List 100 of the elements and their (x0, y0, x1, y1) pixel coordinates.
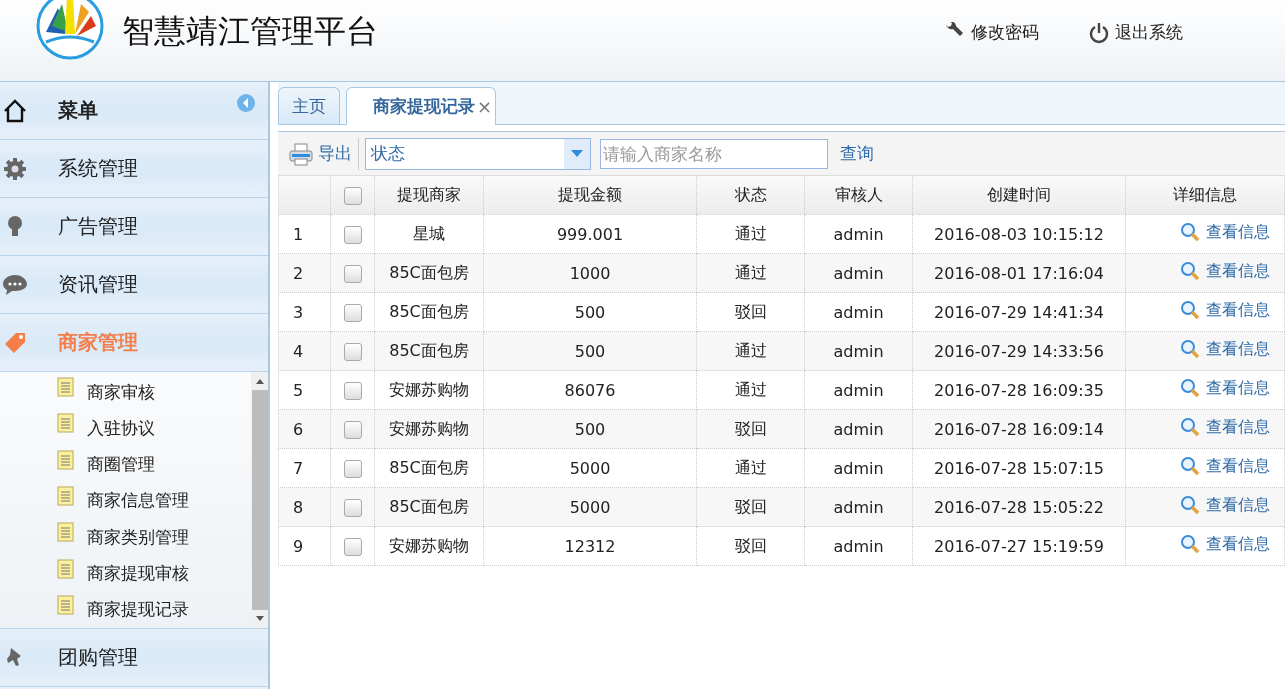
table-cell: 1000 (483, 253, 697, 293)
table-cell: 安娜苏购物 (374, 370, 484, 410)
table-cell: 通过 (696, 448, 805, 488)
printer-icon (288, 141, 314, 166)
table-cell: 999.001 (483, 214, 697, 254)
table-cell: 2016-08-03 10:15:12 (912, 214, 1126, 254)
submenu-item[interactable]: 商家审核 (0, 374, 251, 411)
table-cell: 85C面包房 (374, 487, 484, 527)
submenu-item[interactable]: 商家提现记录 (0, 591, 251, 628)
table-cell: admin (804, 214, 913, 254)
table-cell: 5000 (483, 487, 697, 527)
search-icon (1180, 417, 1200, 438)
submenu-item[interactable]: 商家信息管理 (0, 482, 251, 520)
power-icon (1089, 21, 1109, 44)
document-icon (57, 522, 75, 543)
query-link[interactable]: 查询 (840, 142, 874, 165)
close-icon[interactable]: × (477, 96, 496, 117)
table-cell: 星城 (374, 214, 484, 254)
row-checkbox[interactable] (343, 225, 362, 244)
row-checkbox[interactable] (343, 420, 362, 439)
scroll-down-icon (255, 616, 264, 622)
table-cell: 2016-07-28 16:09:14 (912, 409, 1126, 449)
table-cell: 安娜苏购物 (374, 409, 484, 449)
collapse-icon (236, 92, 256, 113)
export-button[interactable]: 导出 (288, 141, 352, 166)
table-cell: 安娜苏购物 (374, 526, 484, 566)
menu-item[interactable]: 系统管理 (0, 140, 268, 198)
table-cell: 通过 (696, 331, 805, 371)
tab[interactable]: 主页 (278, 87, 340, 124)
row-number: 8 (278, 487, 331, 527)
column-header[interactable]: 状态 (696, 176, 805, 215)
header-link[interactable]: 修改密码 (943, 21, 1039, 44)
table-cell: 2016-07-29 14:33:56 (912, 331, 1126, 371)
row-checkbox[interactable] (343, 459, 362, 478)
table-cell: 85C面包房 (374, 292, 484, 332)
table-cell: 85C面包房 (374, 253, 484, 293)
table-cell: admin (804, 487, 913, 527)
search-icon (1180, 495, 1200, 516)
row-checkbox[interactable] (343, 264, 362, 283)
submenu-item[interactable]: 商家类别管理 (0, 519, 251, 556)
row-number: 3 (278, 292, 331, 332)
row-checkbox[interactable] (343, 381, 362, 400)
document-icon (57, 486, 75, 506)
row-checkbox[interactable] (343, 537, 362, 556)
menu-item[interactable]: 团购管理 (0, 629, 268, 687)
table-cell: 通过 (696, 214, 805, 254)
search-field[interactable]: 请输入商家名称 (600, 138, 828, 169)
submenu-item[interactable]: 商圈管理 (0, 446, 251, 483)
scroll-up-icon (255, 378, 264, 384)
search-icon (1180, 261, 1200, 282)
table-cell: 驳回 (696, 409, 805, 449)
table-cell: 2016-07-27 15:19:59 (912, 526, 1126, 566)
search-icon (1180, 300, 1200, 321)
table-cell: 85C面包房 (374, 448, 484, 488)
table-cell: 2016-07-29 14:41:34 (912, 292, 1126, 332)
column-header[interactable]: 审核人 (804, 176, 913, 215)
submenu-item[interactable]: 入驻协议 (0, 410, 251, 447)
search-icon (1180, 378, 1200, 399)
search-icon (1180, 222, 1200, 243)
row-number: 4 (278, 331, 331, 371)
table-cell: 驳回 (696, 487, 805, 527)
submenu-item[interactable]: 商家提现审核 (0, 555, 251, 592)
column-header[interactable]: 提现金额 (483, 176, 697, 215)
select-all-checkbox[interactable] (343, 186, 362, 205)
table-cell: 2016-07-28 15:07:15 (912, 448, 1126, 488)
menu-title: 菜单 (58, 97, 98, 124)
row-checkbox[interactable] (343, 342, 362, 361)
row-number: 6 (278, 409, 331, 449)
menu-item[interactable]: 资讯管理 (0, 256, 268, 314)
row-number: 2 (278, 253, 331, 293)
table-cell: admin (804, 409, 913, 449)
header-link[interactable]: 退出系统 (1089, 21, 1183, 44)
document-icon (57, 594, 75, 615)
table-cell: 85C面包房 (374, 331, 484, 371)
table-cell: 5000 (483, 448, 697, 488)
table-cell: 驳回 (696, 292, 805, 332)
column-header[interactable]: 详细信息 (1125, 176, 1285, 215)
row-checkbox[interactable] (343, 498, 362, 517)
menu-item[interactable]: 广告管理 (0, 198, 268, 256)
table-cell: admin (804, 448, 913, 488)
table-cell: admin (804, 526, 913, 566)
row-checkbox[interactable] (343, 303, 362, 322)
row-number: 7 (278, 448, 331, 488)
table-cell: admin (804, 331, 913, 371)
table-cell: 2016-08-01 17:16:04 (912, 253, 1126, 293)
table-cell: 500 (483, 331, 697, 371)
table-cell: 500 (483, 409, 697, 449)
column-header[interactable]: 创建时间 (912, 176, 1126, 215)
tab[interactable]: 商家提现记录× (346, 87, 497, 125)
row-number: 1 (278, 214, 331, 254)
row-number: 5 (278, 370, 331, 410)
search-icon (1180, 456, 1200, 477)
table-cell: 12312 (483, 526, 697, 566)
table-cell: admin (804, 253, 913, 293)
document-icon (57, 413, 75, 434)
gear-icon (2, 156, 28, 181)
app-title: 智慧靖江管理平台 (122, 10, 378, 52)
column-header[interactable]: 提现商家 (374, 176, 484, 215)
status-dropdown[interactable]: 状态 (365, 137, 591, 170)
table-cell: 500 (483, 292, 697, 332)
